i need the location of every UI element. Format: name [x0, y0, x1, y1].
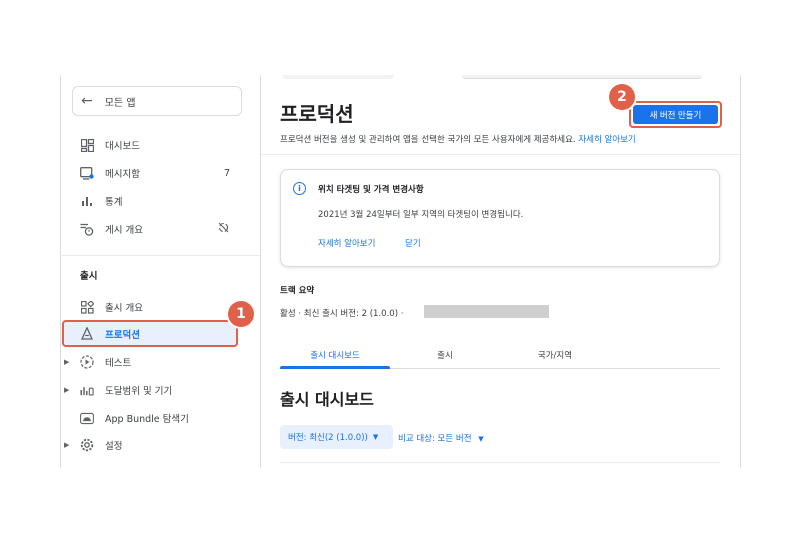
section-heading: 출시 대시보드	[280, 390, 374, 409]
gear-icon	[80, 438, 94, 452]
sidebar-section-release: 출시	[80, 271, 98, 282]
notice-learn-more-link[interactable]: 자세히 알아보기	[318, 237, 375, 249]
compare-filter-label: 비교 대상: 모든 버전	[398, 434, 472, 444]
page-description: 프로덕션 버전을 생성 및 관리하여 앱을 선택한 국가의 모든 사용자에게 제…	[280, 133, 636, 145]
schedule-list-icon	[80, 222, 94, 236]
release-overview-icon	[80, 300, 94, 314]
tab-countries-regions[interactable]: 국가/지역	[500, 349, 610, 361]
sidebar-item-dashboard[interactable]: 대시보드	[60, 132, 260, 158]
sidebar-item-label: 도달범위 및 기기	[105, 386, 173, 397]
app-bundle-icon	[80, 411, 94, 425]
sidebar-item-label: 통계	[105, 197, 123, 208]
expand-caret-icon[interactable]: ▶	[64, 441, 69, 449]
version-filter-label: 버전: 최신(2 (1.0.0))	[288, 433, 368, 443]
inbox-icon	[80, 166, 94, 180]
header-divider	[261, 154, 740, 155]
sidebar-item-inbox[interactable]: 메시지함 7	[60, 160, 260, 186]
sidebar-item-label: App Bundle 탐색기	[105, 414, 189, 425]
tab-releases[interactable]: 출시	[390, 349, 500, 361]
sidebar-item-label: 프로덕션	[105, 329, 140, 341]
track-summary-title: 트랙 요약	[280, 286, 315, 296]
dropdown-arrow-icon: ▼	[372, 433, 379, 441]
sidebar-divider	[60, 255, 260, 256]
devices-chart-icon	[80, 383, 94, 397]
play-circle-icon	[80, 355, 94, 369]
sidebar-item-label: 설정	[105, 441, 123, 452]
sidebar-item-label: 게시 개요	[105, 225, 143, 236]
sidebar-item-label: 테스트	[105, 358, 132, 369]
version-filter-chip[interactable]: 버전: 최신(2 (1.0.0)) ▼	[280, 425, 393, 449]
scrolled-top-element	[282, 75, 394, 79]
redacted-block	[424, 305, 549, 318]
arrow-left-icon: ←	[81, 93, 93, 109]
notice-close-button[interactable]: 닫기	[405, 237, 421, 249]
sidebar-item-statistics[interactable]: 통계	[60, 188, 260, 214]
release-tabs: 출시 대시보드 출시 국가/지역	[280, 344, 720, 369]
tab-release-dashboard[interactable]: 출시 대시보드	[280, 349, 390, 361]
active-tab-indicator	[280, 366, 390, 369]
sidebar-item-label: 대시보드	[105, 141, 140, 152]
callout-badge-1: 1	[228, 301, 254, 327]
info-icon: i	[293, 182, 306, 195]
notice-card: i 위치 타겟팅 및 가격 변경사항 2021년 3월 24일부터 일부 지역의…	[280, 169, 720, 267]
dropdown-arrow-icon: ▼	[478, 435, 484, 443]
sidebar-item-production[interactable]: 프로덕션	[62, 320, 238, 347]
sync-off-icon	[218, 222, 229, 236]
production-icon	[80, 327, 94, 341]
create-new-release-button[interactable]: 새 버전 만들기	[633, 105, 718, 124]
back-to-all-apps-button[interactable]: ← 모든 앱	[72, 86, 242, 116]
back-label: 모든 앱	[104, 97, 136, 109]
scrolled-top-element	[462, 75, 702, 79]
sidebar-item-testing[interactable]: ▶ 테스트	[60, 349, 260, 375]
sidebar-item-app-bundle-explorer[interactable]: App Bundle 탐색기	[60, 405, 260, 431]
sidebar-item-publishing-overview[interactable]: 게시 개요	[60, 216, 260, 242]
callout-badge-2: 2	[609, 84, 635, 110]
compare-filter[interactable]: 비교 대상: 모든 버전 ▼	[398, 432, 484, 444]
content-divider	[280, 462, 720, 463]
bar-chart-icon	[80, 194, 94, 208]
sidebar-item-settings[interactable]: ▶ 설정	[60, 432, 260, 458]
sidebar-item-reach-devices[interactable]: ▶ 도달범위 및 기기	[60, 377, 260, 403]
dashboard-icon	[80, 138, 94, 152]
expand-caret-icon[interactable]: ▶	[64, 386, 69, 394]
create-release-highlight: 새 버전 만들기	[629, 101, 722, 128]
inbox-count-badge: 7	[224, 167, 231, 179]
page-title: 프로덕션	[280, 102, 354, 126]
notice-body: 2021년 3월 24일부터 일부 지역의 타겟팅이 변경됩니다.	[318, 210, 524, 220]
sidebar-item-label: 메시지함	[105, 169, 140, 180]
notice-title: 위치 타겟팅 및 가격 변경사항	[318, 185, 424, 195]
sidebar-item-label: 출시 개요	[105, 303, 143, 314]
track-status: 활성 · 최신 출시 버전: 2 (1.0.0) ·	[280, 309, 404, 319]
frame-right-border	[740, 75, 741, 468]
learn-more-link[interactable]: 자세히 알아보기	[578, 135, 635, 145]
page-description-text: 프로덕션 버전을 생성 및 관리하여 앱을 선택한 국가의 모든 사용자에게 제…	[280, 135, 576, 145]
sidebar-border	[260, 75, 261, 468]
expand-caret-icon[interactable]: ▶	[64, 358, 69, 366]
